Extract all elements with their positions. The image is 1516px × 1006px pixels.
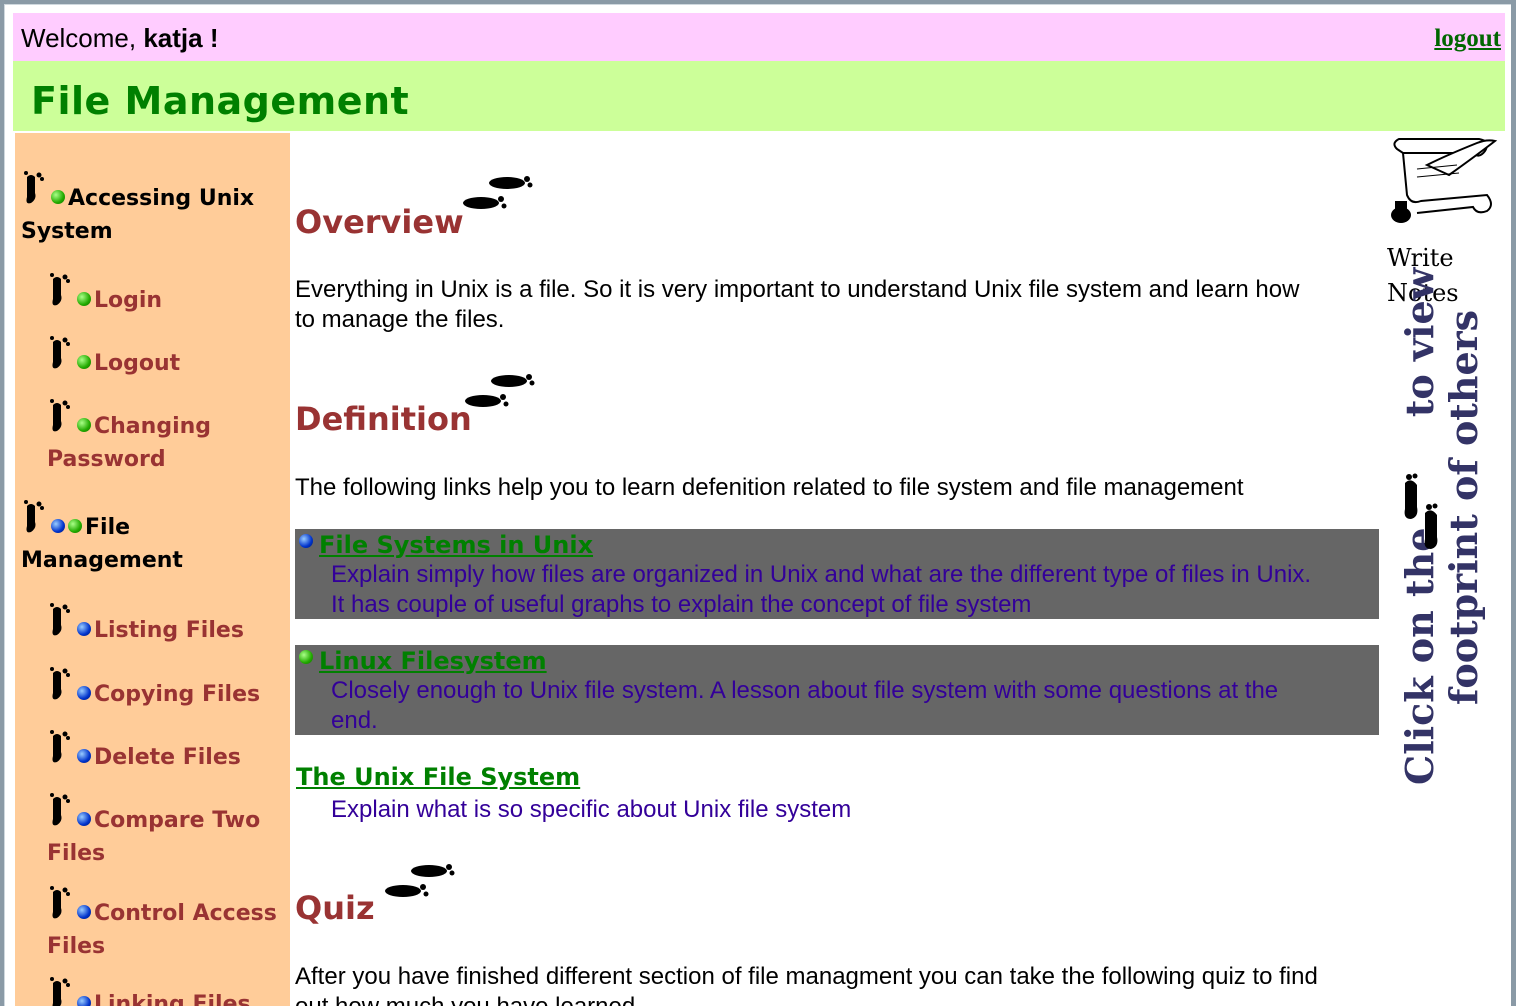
footprint-icon[interactable]: [459, 369, 539, 423]
footprint-icon[interactable]: [379, 859, 459, 913]
blue-dot-icon: [77, 812, 91, 826]
sidebar-item-label: Linking Files: [94, 992, 251, 1006]
footprint-icon: [47, 886, 75, 931]
green-dot-icon: [51, 190, 65, 204]
blue-dot-icon: [77, 622, 91, 636]
link-description-line2: It has couple of useful graphs to explai…: [331, 591, 1032, 618]
sidebar-item-label: Login: [94, 288, 163, 313]
sidebar-item-label-line2: Files: [47, 934, 106, 959]
link-description-line1: Explain simply how files are organized i…: [331, 561, 1312, 588]
sidebar-item-logout[interactable]: Logout: [47, 336, 180, 381]
sidebar-item-listing-files[interactable]: Listing Files: [47, 603, 244, 648]
sidebar-item-label-line2: Management: [21, 548, 183, 573]
sidebar-item-label: Compare Two: [94, 808, 261, 833]
sidebar-item-file-management[interactable]: File Management: [21, 500, 183, 576]
welcome-suffix: !: [209, 23, 219, 53]
green-dot-icon: [77, 292, 91, 306]
green-dot-icon: [77, 355, 91, 369]
link-box-file-systems-in-unix: File Systems in Unix Explain simply how …: [295, 529, 1379, 619]
green-dot-icon: [299, 650, 313, 664]
overview-text-line2: to manage the files.: [295, 306, 505, 333]
footprint-icon: [47, 977, 75, 1006]
link-item-the-unix-file-system: The Unix File System Explain what is so …: [295, 763, 1379, 833]
link-file-systems-in-unix[interactable]: File Systems in Unix: [319, 531, 593, 559]
link-description: Closely enough to Unix file system. A le…: [331, 676, 1278, 736]
footprint-icon: [47, 793, 75, 838]
blue-dot-icon: [299, 534, 313, 548]
sidebar-item-label: File: [85, 515, 131, 540]
view-footprints-link[interactable]: Click on the to view footprint of others: [1389, 268, 1499, 785]
sidebar-item-label: Logout: [94, 351, 181, 376]
link-description-line1: Closely enough to Unix file system. A le…: [331, 677, 1279, 704]
definition-text: The following links help you to learn de…: [295, 474, 1244, 501]
view-footprints-line1b: to view: [1397, 267, 1442, 418]
link-the-unix-file-system[interactable]: The Unix File System: [296, 763, 580, 791]
sidebar-item-linking-files[interactable]: Linking Files: [47, 977, 251, 1006]
overview-heading: Overview: [295, 203, 464, 241]
quiz-text-line1: After you have finished different sectio…: [295, 963, 1318, 990]
footprint-icon: [47, 603, 75, 648]
sidebar-item-label: Control Access: [94, 901, 277, 926]
sidebar-item-label-line2: System: [21, 219, 113, 244]
link-linux-filesystem[interactable]: Linux Filesystem: [319, 647, 547, 675]
link-description: Explain what is so specific about Unix f…: [331, 796, 852, 823]
page-title: File Management: [31, 79, 410, 123]
view-footprints-line1a: Click on the: [1397, 527, 1442, 785]
sidebar-item-label: Listing Files: [94, 618, 244, 643]
footprint-icon[interactable]: [457, 171, 537, 225]
blue-dot-icon: [77, 749, 91, 763]
main-content: Overview Everything in Unix is a file. S…: [295, 133, 1385, 1006]
link-description-line2: end.: [331, 707, 378, 734]
quiz-heading: Quiz: [295, 889, 375, 927]
footprint-icon: [47, 399, 75, 444]
sidebar-item-compare-two-files[interactable]: Compare Two Files: [47, 793, 260, 869]
sidebar-item-accessing-unix-system[interactable]: Accessing Unix System: [21, 171, 254, 247]
browser-page: Welcome, katja ! logout File Management …: [4, 4, 1511, 1006]
view-footprints-text-line2: footprint of others: [1441, 309, 1486, 705]
logout-link[interactable]: logout: [1434, 25, 1501, 53]
sidebar-item-label-line2: Password: [47, 447, 166, 472]
link-description: Explain simply how files are organized i…: [331, 560, 1311, 620]
title-bar: File Management: [13, 61, 1505, 131]
sidebar-item-label: Copying Files: [94, 682, 261, 707]
green-dot-icon: [77, 418, 91, 432]
footprint-icon: [47, 273, 75, 318]
welcome-prefix: Welcome,: [21, 23, 137, 53]
footprint-icon: [47, 336, 75, 381]
welcome-bar: Welcome, katja ! logout: [13, 13, 1505, 61]
sidebar-item-copying-files[interactable]: Copying Files: [47, 667, 260, 712]
quiz-text-line2: out how much you have learned.: [295, 993, 642, 1006]
overview-text: Everything in Unix is a file. So it is v…: [295, 275, 1299, 335]
blue-dot-icon: [51, 519, 65, 533]
sidebar-item-label: Delete Files: [94, 745, 241, 770]
scroll-quill-icon[interactable]: [1387, 135, 1499, 231]
footprint-icon: [21, 171, 49, 216]
footprint-icon: [47, 730, 75, 775]
sidebar-item-label: Accessing Unix: [68, 186, 255, 211]
sidebar-item-label-line2: Files: [47, 841, 106, 866]
sidebar-item-control-access-files[interactable]: Control Access Files: [47, 886, 277, 962]
quiz-text: After you have finished different sectio…: [295, 962, 1318, 1006]
green-dot-icon: [68, 519, 82, 533]
footprint-icon: [1399, 473, 1443, 561]
sidebar-item-login[interactable]: Login: [47, 273, 162, 318]
sidebar-item-changing-password[interactable]: Changing Password: [47, 399, 211, 475]
username: katja: [143, 23, 203, 53]
footprint-icon: [47, 667, 75, 712]
blue-dot-icon: [77, 905, 91, 919]
link-box-linux-filesystem: Linux Filesystem Closely enough to Unix …: [295, 645, 1379, 735]
blue-dot-icon: [77, 686, 91, 700]
sidebar-nav: Accessing Unix System Login Logout Changi…: [15, 133, 290, 1006]
footprint-icon: [21, 500, 49, 545]
overview-text-line1: Everything in Unix is a file. So it is v…: [295, 276, 1300, 303]
definition-heading: Definition: [295, 400, 472, 438]
sidebar-item-delete-files[interactable]: Delete Files: [47, 730, 241, 775]
welcome-message: Welcome, katja !: [21, 23, 219, 54]
sidebar-item-label: Changing: [94, 414, 212, 439]
